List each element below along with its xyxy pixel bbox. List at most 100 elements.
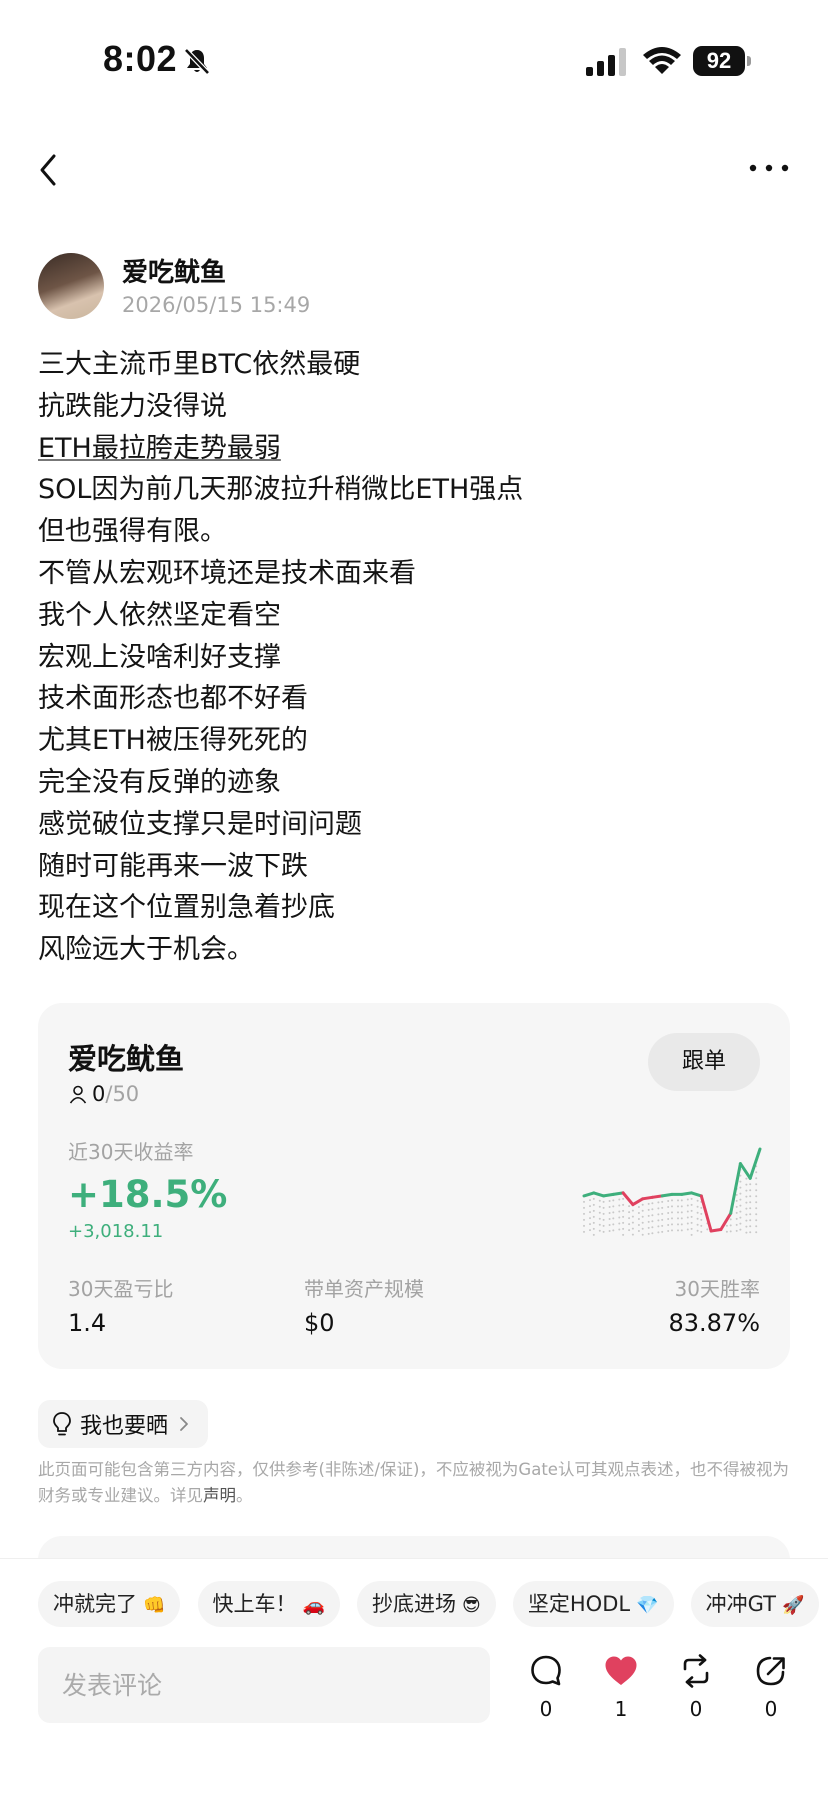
- sparkline-fill-dot: [696, 1199, 699, 1202]
- back-chevron-icon[interactable]: [34, 148, 64, 192]
- sparkline-fill-dot: [690, 1209, 693, 1212]
- sparkline-fill-dot: [735, 1217, 738, 1220]
- post-line: 随时可能再来一波下跌: [38, 850, 308, 882]
- sparkline-fill-dot: [657, 1219, 660, 1222]
- sparkline-fill-dot: [589, 1199, 591, 1202]
- battery-indicator: 92: [693, 46, 751, 76]
- sparkline-fill-dot: [612, 1223, 615, 1226]
- copy-trader-card[interactable]: 爱吃鱿鱼 0 /50 跟单 近30天收益率 +18.5% +3,018.11 3…: [38, 1003, 790, 1369]
- sparkline-fill-dot: [589, 1217, 591, 1220]
- sparkline-fill-dot: [661, 1206, 664, 1209]
- sparkline-fill-dot: [608, 1212, 611, 1214]
- person-icon: [69, 1085, 87, 1104]
- sparkline-fill-dot: [608, 1230, 611, 1232]
- post-line: 完全没有反弹的迹象: [38, 766, 281, 798]
- sparkline-fill-dot: [729, 1230, 732, 1233]
- sparkline-fill-dot: [647, 1232, 650, 1235]
- disclaimer-link[interactable]: 声明: [203, 1486, 236, 1505]
- sparkline-fill-dot: [735, 1193, 738, 1196]
- sparkline-fill-dot: [667, 1218, 670, 1220]
- share-count: 0: [764, 1697, 778, 1721]
- sparkline-fill-dot: [680, 1223, 683, 1226]
- sparkline-fill-dot: [700, 1224, 703, 1227]
- sparkline-fill-dot: [725, 1224, 728, 1227]
- sparkline-fill-dot: [647, 1226, 650, 1229]
- status-bar: 8:02 92: [0, 0, 828, 120]
- sparkline-fill-dot: [651, 1202, 654, 1205]
- sparkline-fill-dot: [637, 1212, 640, 1214]
- battery-level: 92: [693, 46, 745, 76]
- sparkline-segment: [719, 1211, 733, 1231]
- sparkline-fill-dot: [608, 1218, 611, 1220]
- sparkline-fill-dot: [671, 1199, 673, 1202]
- sparkline-fill-dot: [749, 1195, 752, 1198]
- sparkline-fill-dot: [749, 1219, 752, 1222]
- post-timestamp: 2026/05/15 15:49: [122, 293, 311, 317]
- sparkline-fill-dot: [671, 1229, 673, 1232]
- sparkline-fill-dot: [745, 1213, 748, 1216]
- sparkline-fill-dot: [700, 1212, 703, 1215]
- comment-action[interactable]: 0: [516, 1653, 576, 1721]
- sparkline-fill-dot: [628, 1223, 631, 1226]
- sparkline-fill-dot: [631, 1215, 634, 1218]
- share-action[interactable]: 0: [741, 1653, 801, 1721]
- cellular-signal-icon: [586, 48, 626, 76]
- sparkline-segment: [699, 1194, 713, 1233]
- copy-trade-button[interactable]: 跟单: [648, 1033, 760, 1091]
- sparkline-fill-dot: [631, 1221, 634, 1224]
- sparkline-fill-dot: [739, 1180, 742, 1183]
- more-options-icon[interactable]: [748, 160, 790, 176]
- sparkline-fill-dot: [680, 1211, 683, 1214]
- sparkline-fill-dot: [589, 1223, 591, 1226]
- follower-current: 0: [92, 1082, 106, 1106]
- quick-reply-chip[interactable]: 坚定HODL 💎: [512, 1581, 674, 1627]
- sparkline-segment: [738, 1162, 752, 1180]
- share-too-label: 我也要晒: [80, 1414, 169, 1439]
- sparkline-fill-dot: [612, 1199, 615, 1202]
- sparkline-fill-dot: [739, 1186, 742, 1189]
- comment-input[interactable]: [38, 1647, 490, 1723]
- sparkline-fill-dot: [696, 1205, 699, 1208]
- sparkline-fill-dot: [651, 1214, 654, 1217]
- repost-action[interactable]: 0: [666, 1653, 726, 1721]
- quick-reply-chip[interactable]: 抄底进场 😎: [357, 1581, 496, 1627]
- sparkline-fill-dot: [641, 1227, 644, 1230]
- follower-max: /50: [105, 1082, 140, 1106]
- sparkline-fill-dot: [729, 1224, 732, 1227]
- quick-reply-chip[interactable]: 快上车！ 🚗: [197, 1581, 340, 1627]
- sparkline-fill-dot: [661, 1218, 664, 1221]
- sparkline-fill-dot: [739, 1210, 742, 1213]
- sparkline-segment: [729, 1162, 742, 1215]
- sparkline-fill-dot: [677, 1211, 679, 1214]
- sparkline-fill-dot: [677, 1205, 679, 1208]
- sparkline-fill-dot: [618, 1228, 621, 1231]
- sparkline-fill-dot: [690, 1221, 693, 1224]
- share-too-button[interactable]: 我也要晒: [38, 1400, 209, 1448]
- post-line: 风险远大于机会。: [38, 934, 254, 966]
- sparkline-fill-dot: [755, 1213, 758, 1216]
- sparkline-fill-dot: [602, 1230, 605, 1233]
- sparkline-fill-dot: [755, 1201, 758, 1204]
- sparkline-fill-dot: [739, 1222, 742, 1225]
- sparkline-fill-dot: [686, 1216, 689, 1219]
- sparkline-fill-dot: [631, 1227, 634, 1230]
- author-name[interactable]: 爱吃鱿鱼: [122, 252, 226, 289]
- quick-reply-chip[interactable]: 冲就完了 👊: [38, 1581, 181, 1627]
- sparkline-fill-dot: [745, 1231, 748, 1234]
- quick-reply-chip[interactable]: 冲冲GT 🚀: [690, 1581, 820, 1627]
- sparkline-fill-dot: [598, 1229, 601, 1232]
- post-line: 技术面形态也都不好看: [38, 683, 308, 715]
- sparkline-fill-dot: [686, 1228, 689, 1231]
- author-avatar[interactable]: [38, 253, 104, 319]
- heart-icon: [605, 1656, 637, 1685]
- battery-nub: [747, 56, 751, 66]
- sparkline-fill-dot: [700, 1230, 703, 1233]
- sparkline-fill-dot: [686, 1204, 689, 1207]
- stat-pnl-ratio-label: 30天盈亏比: [68, 1277, 174, 1301]
- sparkline-fill-dot: [745, 1225, 748, 1228]
- sparkline-fill-dot: [651, 1208, 654, 1211]
- sparkline-fill-dot: [583, 1218, 585, 1221]
- sparkline-fill-dot: [592, 1215, 595, 1218]
- post-line: 但也强得有限。: [38, 516, 227, 548]
- like-action[interactable]: 1: [591, 1653, 651, 1721]
